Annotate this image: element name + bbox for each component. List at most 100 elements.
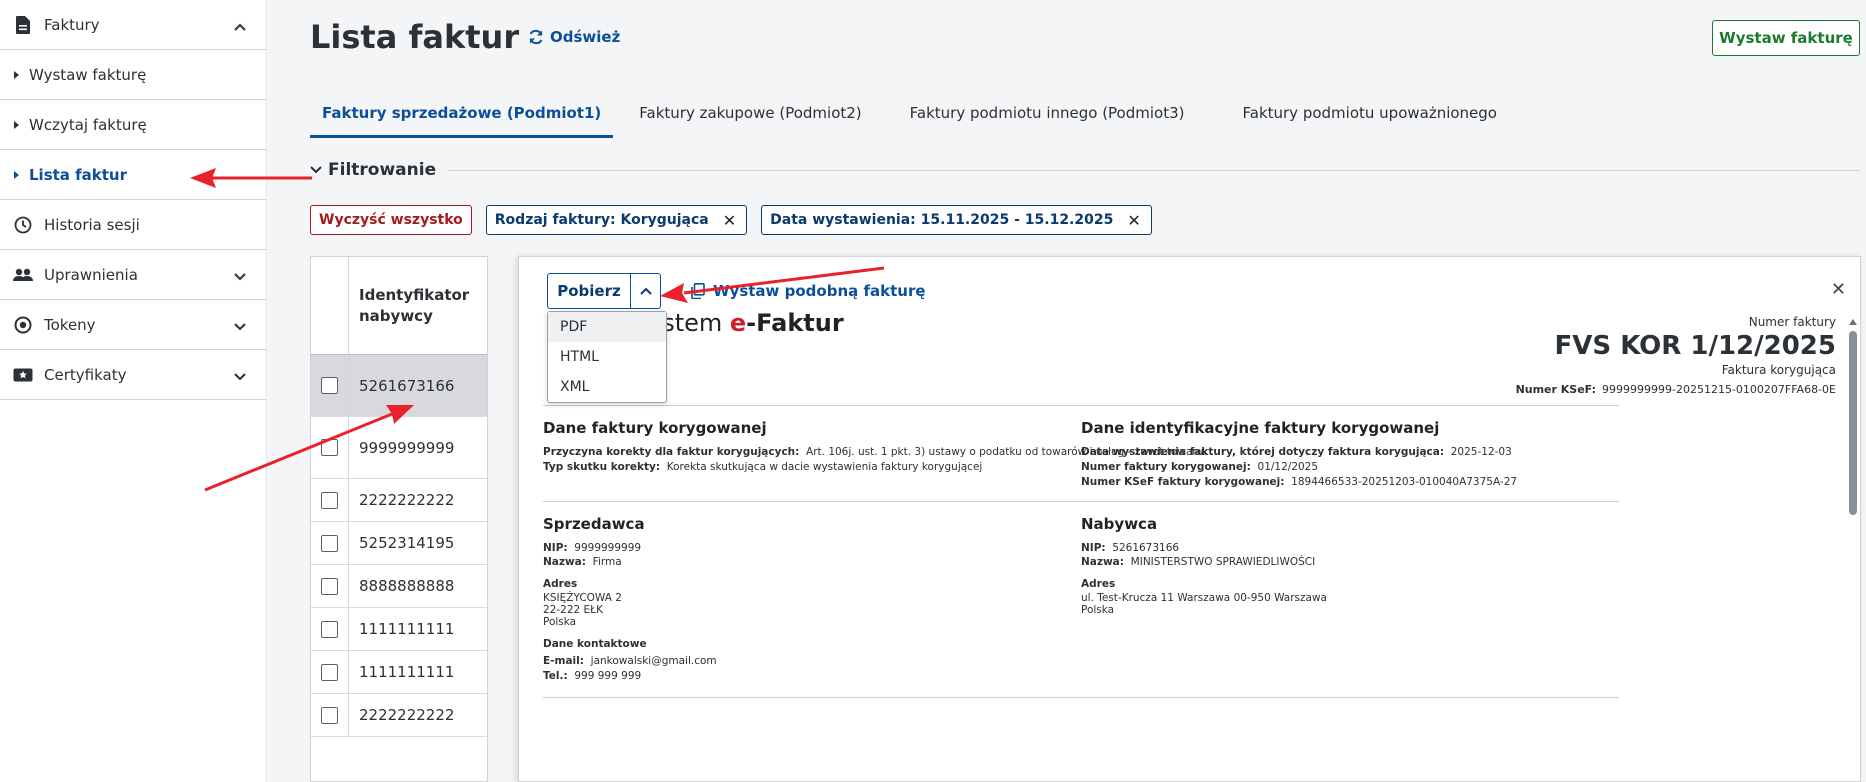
field-label: E-mail: bbox=[543, 655, 584, 667]
corrected-invoice-number: Numer faktury korygowanej: 01/12/2025 bbox=[1081, 460, 1318, 475]
row-checkbox[interactable] bbox=[321, 663, 338, 681]
divider bbox=[543, 697, 1619, 698]
seller-address: Adres KSIĘŻYCOWA 2 22-222 EŁK Polska bbox=[543, 577, 622, 628]
address-line: ul. Test-Krucza 11 Warszawa 00-950 Warsz… bbox=[1081, 592, 1327, 604]
table-row[interactable]: 9999999999 bbox=[311, 417, 487, 479]
buyer-id-cell: 2222222222 bbox=[359, 491, 455, 509]
buyer-title: Nabywca bbox=[1081, 515, 1158, 533]
field-label: Tel.: bbox=[543, 670, 568, 682]
table-row[interactable]: 2222222222 bbox=[311, 694, 487, 737]
sidebar-item-label: Historia sesji bbox=[44, 215, 140, 234]
issue-invoice-button[interactable]: Wystaw fakturę bbox=[1712, 20, 1860, 56]
bullet-icon bbox=[14, 120, 19, 129]
invoice-table: Identyfikator nabywcy 5261673166 9999999… bbox=[310, 256, 488, 782]
document-icon bbox=[12, 14, 34, 36]
sidebar-section-certificates[interactable]: Certyfikaty bbox=[0, 350, 266, 400]
sidebar-item-session-history[interactable]: Historia sesji bbox=[0, 200, 266, 250]
divider bbox=[448, 169, 1860, 171]
menu-item-xml[interactable]: XML bbox=[548, 372, 666, 402]
chevron-down-icon bbox=[234, 267, 246, 285]
field-value: 01/12/2025 bbox=[1257, 461, 1319, 473]
table-row[interactable]: 2222222222 bbox=[311, 479, 487, 522]
clock-icon bbox=[12, 214, 34, 236]
close-icon[interactable]: ✕ bbox=[723, 211, 736, 230]
field-label: Nazwa: bbox=[543, 556, 586, 568]
checkbox-column-header bbox=[311, 257, 349, 354]
filter-chip-label: Rodzaj faktury: Korygująca bbox=[494, 212, 709, 228]
sidebar-item-issue-invoice[interactable]: Wystaw fakturę bbox=[0, 50, 266, 100]
row-checkbox-cell bbox=[311, 355, 349, 416]
tab-sales-invoices[interactable]: Faktury sprzedażowe (Podmiot1) bbox=[310, 98, 614, 138]
close-icon[interactable]: ✕ bbox=[1831, 279, 1846, 300]
invoice-header-info: Numer faktury FVS KOR 1/12/2025 Faktura … bbox=[1516, 315, 1836, 396]
corrected-invoice-title: Dane faktury korygowanej bbox=[543, 419, 767, 437]
table-row[interactable]: 8888888888 bbox=[311, 565, 487, 608]
scrollbar-thumb[interactable] bbox=[1849, 331, 1857, 515]
address-line: Polska bbox=[543, 616, 577, 628]
seller-nip: NIP: 9999999999 bbox=[543, 541, 641, 556]
ksef-label: Numer KSeF: bbox=[1515, 383, 1596, 396]
certificate-icon bbox=[12, 364, 34, 386]
corrected-invoice-ksef: Numer KSeF faktury korygowanej: 18944665… bbox=[1081, 475, 1517, 490]
tab-other-entity-invoices[interactable]: Faktury podmiotu innego (Podmiot3) bbox=[898, 98, 1197, 138]
clear-all-filters-button[interactable]: Wyczyść wszystko bbox=[310, 205, 472, 235]
buyer-id-cell: 9999999999 bbox=[359, 438, 455, 457]
buyer-nip: NIP: 5261673166 bbox=[1081, 541, 1179, 556]
sidebar-section-permissions[interactable]: Uprawnienia bbox=[0, 250, 266, 300]
sidebar-item-label: Wczytaj fakturę bbox=[29, 115, 147, 134]
seller-name: Nazwa: Firma bbox=[543, 555, 622, 570]
seller-title: Sprzedawca bbox=[543, 515, 645, 533]
field-value: 1894466533-20251203-010040A7375A-27 bbox=[1291, 476, 1518, 488]
field-label: Przyczyna korekty dla faktur korygującyc… bbox=[543, 446, 800, 458]
correction-effect: Typ skutku korekty: Korekta skutkująca w… bbox=[543, 460, 982, 475]
seller-phone: 999 999 999 bbox=[574, 670, 642, 682]
row-checkbox[interactable] bbox=[321, 620, 338, 638]
brand-logo: ystem e-Faktur bbox=[648, 309, 844, 337]
close-icon[interactable]: ✕ bbox=[1127, 211, 1140, 230]
download-button[interactable]: Pobierz bbox=[547, 273, 631, 309]
field-label: Numer faktury korygowanej: bbox=[1081, 461, 1251, 473]
field-value: MINISTERSTWO SPRAWIEDLIWOŚCI bbox=[1130, 556, 1316, 568]
table-row[interactable]: 1111111111 bbox=[311, 651, 487, 694]
sidebar-section-invoices[interactable]: Faktury bbox=[0, 0, 266, 50]
refresh-icon bbox=[529, 29, 543, 45]
row-checkbox[interactable] bbox=[321, 377, 338, 394]
row-checkbox-cell bbox=[311, 694, 349, 736]
filter-chip-issue-date[interactable]: Data wystawienia: 15.11.2025 - 15.12.202… bbox=[761, 205, 1152, 235]
row-checkbox-cell bbox=[311, 608, 349, 650]
download-options-toggle[interactable] bbox=[631, 273, 661, 309]
menu-item-html[interactable]: HTML bbox=[548, 342, 666, 372]
corrected-invoice-date: Data wystawienia faktury, której dotyczy… bbox=[1081, 445, 1512, 460]
row-checkbox[interactable] bbox=[321, 706, 338, 724]
filter-chip-invoice-type[interactable]: Rodzaj faktury: Korygująca ✕ bbox=[485, 205, 748, 235]
table-row[interactable]: 5252314195 bbox=[311, 522, 487, 565]
buyer-address: Adres ul. Test-Krucza 11 Warszawa 00-950… bbox=[1081, 577, 1327, 616]
refresh-button[interactable]: Odśwież bbox=[528, 28, 620, 46]
sidebar-item-label: Certyfikaty bbox=[44, 365, 127, 384]
scroll-up-arrow[interactable] bbox=[1849, 319, 1857, 325]
sidebar-item-invoice-list[interactable]: Lista faktur bbox=[0, 150, 266, 200]
row-checkbox[interactable] bbox=[321, 439, 338, 456]
chevron-up-icon bbox=[639, 287, 652, 295]
buyer-id-cell: 5252314195 bbox=[359, 534, 455, 552]
tab-bar: Faktury sprzedażowe (Podmiot1) Faktury z… bbox=[310, 98, 1523, 138]
filter-toggle[interactable]: Filtrowanie bbox=[310, 160, 1860, 180]
sidebar-item-load-invoice[interactable]: Wczytaj fakturę bbox=[0, 100, 266, 150]
seller-contact: Dane kontaktowe E-mail: jankowalski@gmai… bbox=[543, 637, 717, 684]
issue-similar-invoice-button[interactable]: Wystaw podobną fakturę bbox=[691, 282, 926, 300]
table-row[interactable]: 5261673166 bbox=[311, 355, 487, 417]
row-checkbox[interactable] bbox=[321, 491, 338, 509]
menu-item-pdf[interactable]: PDF bbox=[548, 312, 666, 342]
row-checkbox[interactable] bbox=[321, 577, 338, 595]
invoice-preview-panel: Pobierz Wystaw podobną fakturę ✕ PDF HTM… bbox=[518, 256, 1861, 782]
sidebar-section-tokens[interactable]: Tokeny bbox=[0, 300, 266, 350]
download-format-menu: PDF HTML XML bbox=[547, 311, 667, 403]
field-value: Korekta skutkująca w dacie wystawienia f… bbox=[666, 461, 983, 473]
field-label: Data wystawienia faktury, której dotyczy… bbox=[1081, 446, 1445, 458]
tab-purchase-invoices[interactable]: Faktury zakupowe (Podmiot2) bbox=[627, 98, 873, 138]
row-checkbox[interactable] bbox=[321, 534, 338, 552]
buyer-id-cell: 1111111111 bbox=[359, 663, 455, 681]
issue-similar-label: Wystaw podobną fakturę bbox=[713, 282, 926, 300]
table-row[interactable]: 1111111111 bbox=[311, 608, 487, 651]
tab-authorized-entity-invoices[interactable]: Faktury podmiotu upoważnionego bbox=[1231, 98, 1510, 138]
